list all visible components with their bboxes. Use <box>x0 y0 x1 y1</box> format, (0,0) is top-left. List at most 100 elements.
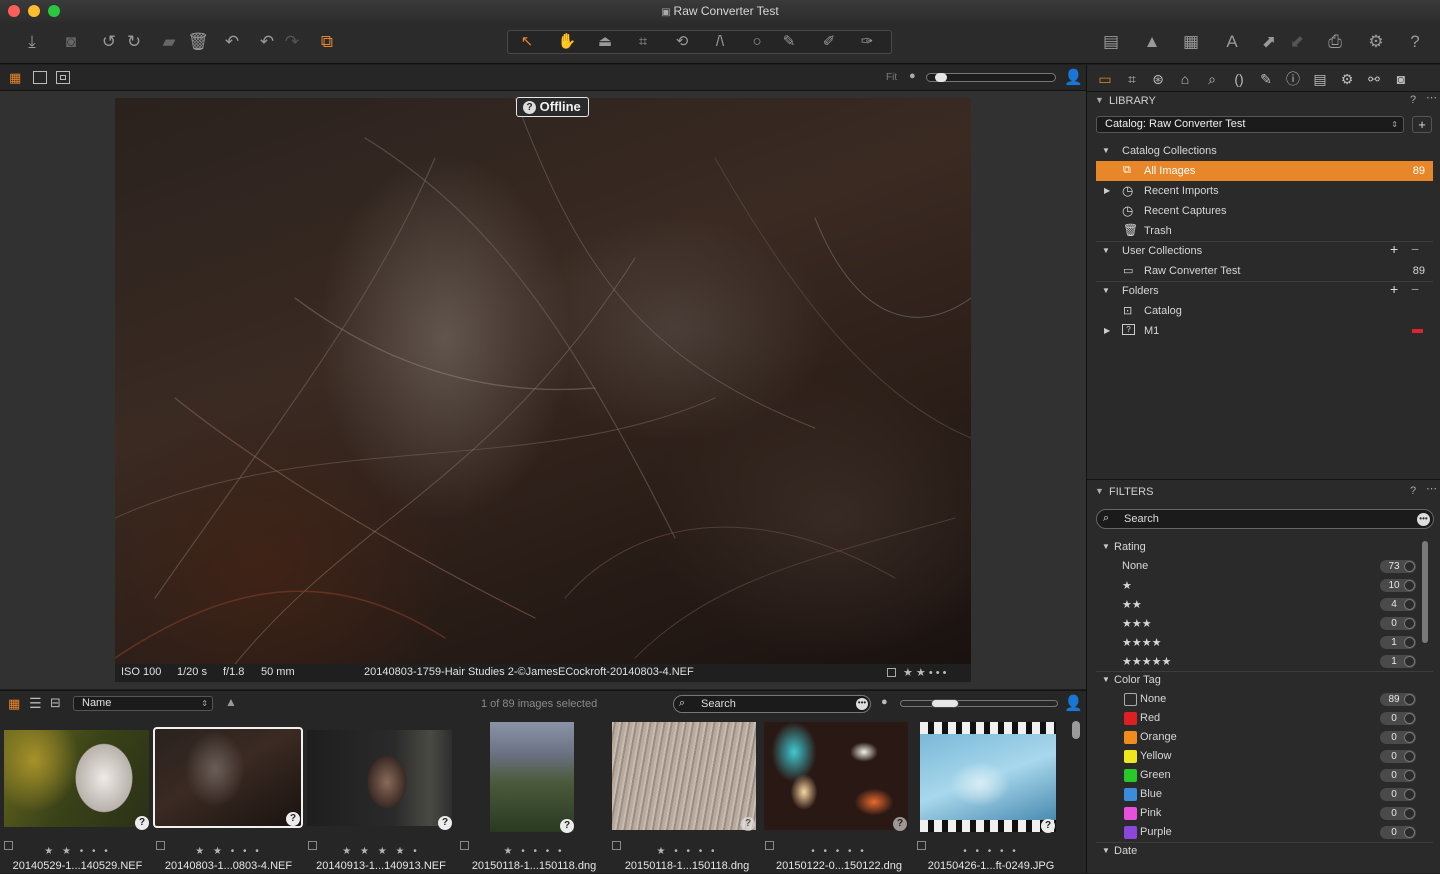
select-checkbox[interactable] <box>887 668 896 677</box>
color-tag-row[interactable]: Purple 0 <box>1096 823 1416 842</box>
thumbnail-rating[interactable]: • • • • • <box>916 846 1066 859</box>
crop-icon[interactable]: ⌗ <box>632 31 654 53</box>
folder-m1[interactable]: ▶ ? M1 <box>1096 321 1433 341</box>
grid-icon[interactable]: ▦ <box>1180 31 1202 53</box>
rating-filter-row[interactable]: ★★★ 0 <box>1096 614 1416 633</box>
add-catalog-button[interactable]: + <box>1412 116 1432 133</box>
loupe-icon[interactable]: ⏏ <box>594 31 616 53</box>
crop-tab-icon[interactable]: ⌗ <box>1123 71 1141 87</box>
color-tab-icon[interactable]: ⊛ <box>1149 71 1167 87</box>
rating-filter-row[interactable]: ★★★★★ 1 <box>1096 652 1416 671</box>
local-adjust-tab-icon[interactable]: ✎ <box>1257 71 1275 87</box>
rating-filter-row[interactable]: ★★★★ 1 <box>1096 633 1416 652</box>
checkbox[interactable] <box>765 841 774 850</box>
rating-group[interactable]: ▼ Rating <box>1096 538 1416 557</box>
color-tag-row[interactable]: Yellow 0 <box>1096 747 1416 766</box>
rotate-tool-icon[interactable]: ⟲ <box>671 31 693 53</box>
remove-collection-button[interactable]: − <box>1411 241 1419 257</box>
thumbnail[interactable]: ? ★ ★ ★ ★ • 20140913-1...140913.NEF <box>305 722 457 872</box>
filters-help-icon[interactable]: ? <box>1410 485 1416 497</box>
sort-direction-icon[interactable]: ▲ <box>225 695 237 709</box>
thumbnail[interactable]: ? ★ • • • • 20150118-1...150118.dng <box>458 722 610 872</box>
checkbox[interactable] <box>612 841 621 850</box>
spot-removal-icon[interactable]: ○ <box>746 31 768 53</box>
thumbnail-rating[interactable]: ★ • • • • <box>458 846 610 859</box>
add-folder-button[interactable]: + <box>1390 281 1398 297</box>
brush-icon[interactable]: ✎ <box>778 31 800 53</box>
folder-catalog[interactable]: ⊡ Catalog <box>1096 301 1433 321</box>
rotate-left-icon[interactable]: ↺ <box>98 31 120 53</box>
thumbnail[interactable]: ? ★ ★ • • • 20140529-1...140529.NEF <box>3 722 152 872</box>
library-tab-icon[interactable]: ▭ <box>1096 71 1114 87</box>
browser-search-input[interactable]: ⌕ Search ••• <box>673 695 871 713</box>
filters-scrollbar[interactable] <box>1422 541 1428 643</box>
image-rating[interactable]: ★ ★ • • • <box>903 666 947 679</box>
help-icon[interactable]: ? <box>1404 31 1426 53</box>
color-tag-row[interactable]: Pink 0 <box>1096 804 1416 823</box>
checkbox[interactable] <box>460 841 469 850</box>
apply-adjustments-icon[interactable]: ⬋ <box>1286 31 1308 53</box>
filters-header[interactable]: ▼ FILTERS ? ⋯ <box>1087 483 1440 503</box>
browser-grid-icon[interactable]: ▦ <box>8 696 20 712</box>
details-tab-icon[interactable]: ⌕ <box>1203 71 1221 87</box>
metadata-tab-icon[interactable]: ⓘ <box>1284 71 1302 87</box>
single-view-icon[interactable] <box>33 71 47 84</box>
lens-tab-icon[interactable]: () <box>1230 71 1248 87</box>
checkbox[interactable] <box>917 841 926 850</box>
output-tab-icon[interactable]: ▤ <box>1311 71 1329 87</box>
thumbnail-selected[interactable]: ? ★ ★ • • • 20140803-1...0803-4.NEF <box>153 722 304 872</box>
picker-icon[interactable]: ✐ <box>818 31 840 53</box>
checkbox[interactable] <box>156 841 165 850</box>
color-tag-row[interactable]: Orange 0 <box>1096 728 1416 747</box>
color-tag-row[interactable]: Red 0 <box>1096 709 1416 728</box>
checkbox[interactable] <box>4 841 13 850</box>
rotate-right-icon[interactable]: ↻ <box>123 31 145 53</box>
rating-filter-row[interactable]: None 73 <box>1096 557 1416 576</box>
rating-filter-row[interactable]: ★ 10 <box>1096 576 1416 595</box>
grid-view-icon[interactable]: ▦ <box>9 71 25 85</box>
person-filter-icon[interactable]: 👤 <box>1064 694 1083 712</box>
color-tag-group[interactable]: ▼ Color Tag <box>1096 671 1416 690</box>
thumbnail-rating[interactable]: • • • • • <box>763 846 915 859</box>
color-tag-row[interactable]: None 89 <box>1096 690 1416 709</box>
folders-group[interactable]: ▼ Folders + − <box>1096 281 1433 301</box>
date-group[interactable]: ▼ Date <box>1096 842 1416 861</box>
add-collection-button[interactable]: + <box>1390 241 1398 257</box>
catalog-select[interactable]: Catalog: Raw Converter Test ⇕ <box>1096 116 1404 133</box>
library-help-icon[interactable]: ? <box>1410 94 1416 106</box>
thumbnail-size-slider[interactable] <box>900 699 1058 708</box>
library-header[interactable]: ▼ LIBRARY ? ⋯ <box>1087 92 1440 112</box>
text-overlay-icon[interactable]: A <box>1221 31 1243 53</box>
thumbnail-rating[interactable]: ★ ★ • • • <box>153 846 304 859</box>
collection-recent-imports[interactable]: ▶ ◷ Recent Imports <box>1096 181 1433 201</box>
catalog-collections-group[interactable]: ▼ Catalog Collections <box>1096 141 1433 161</box>
rating-filter-row[interactable]: ★★ 4 <box>1096 595 1416 614</box>
trash-icon[interactable]: 🗑 <box>187 31 209 53</box>
exposure-warning-icon[interactable]: ▲ <box>1141 31 1163 53</box>
remove-folder-button[interactable]: − <box>1411 281 1419 297</box>
search-options-icon[interactable]: ••• <box>856 698 868 710</box>
settings-icon[interactable]: ⚙ <box>1365 31 1387 53</box>
browser-filmstrip-icon[interactable]: ⊟ <box>50 695 61 711</box>
copy-apply-icon[interactable]: ✑ <box>856 31 878 53</box>
collection-raw-converter-test[interactable]: ▭ Raw Converter Test 89 <box>1096 261 1433 281</box>
move-to-folder-icon[interactable]: ▰ <box>158 31 180 53</box>
redo-icon[interactable]: ↷ <box>281 31 303 53</box>
user-filter-icon[interactable]: ● <box>881 696 888 708</box>
reset-icon[interactable]: ↶ <box>221 31 243 53</box>
pan-icon[interactable]: ✋ <box>556 31 578 53</box>
thumbnail[interactable]: ? ★ • • • • 20150118-1...150118.dng <box>611 722 763 872</box>
person-icon[interactable]: 👤 <box>1064 68 1083 86</box>
color-tag-row[interactable]: Green 0 <box>1096 766 1416 785</box>
thumbnail-rating[interactable]: ★ ★ ★ ★ • <box>305 846 457 859</box>
zoom-slider[interactable] <box>926 73 1056 82</box>
camera-icon[interactable]: ◙ <box>60 31 82 53</box>
workspace-icon[interactable]: ▤ <box>1100 31 1122 53</box>
print-icon[interactable]: ⎙ <box>1324 31 1346 53</box>
keystone-icon[interactable]: /\ <box>709 31 731 53</box>
undo-icon[interactable]: ↶ <box>256 31 278 53</box>
fullscreen-view-icon[interactable] <box>56 71 70 84</box>
search-options-icon[interactable]: ••• <box>1417 513 1430 526</box>
thumbnail[interactable]: ? • • • • • 20150426-1...ft-0249.JPG <box>916 722 1066 872</box>
collection-recent-captures[interactable]: ◷ Recent Captures <box>1096 201 1433 221</box>
